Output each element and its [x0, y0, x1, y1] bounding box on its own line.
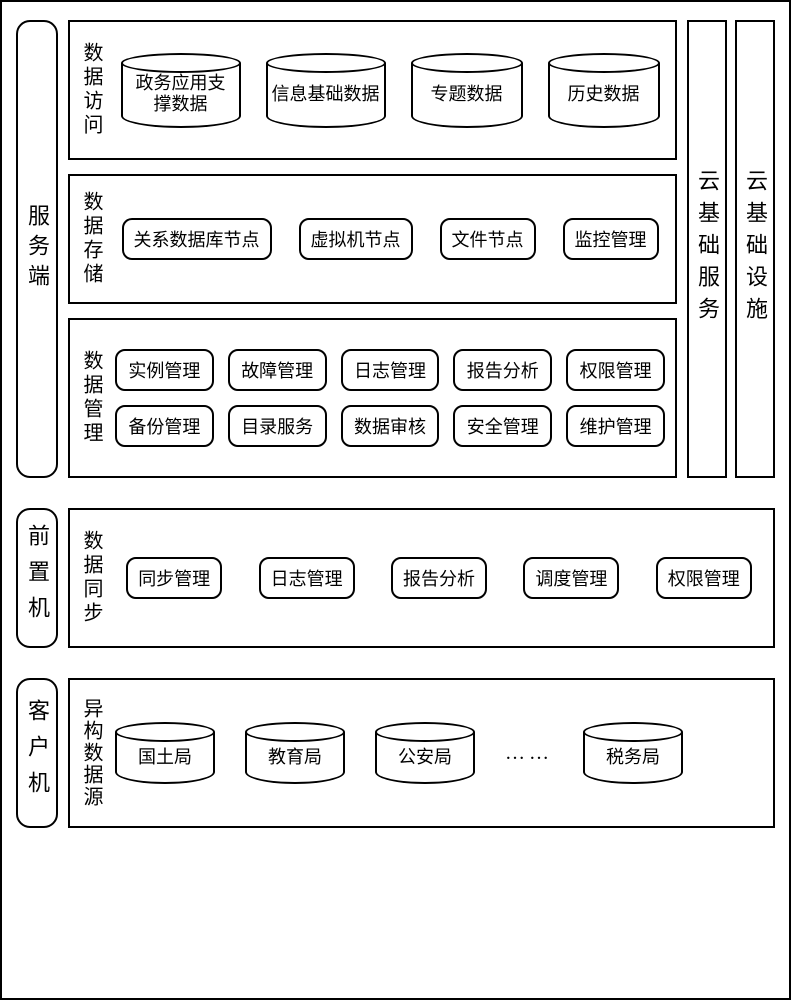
panel-data-sync: 数据同步 同步管理 日志管理 报告分析 调度管理 权限管理 [68, 508, 775, 648]
tier-server: 服务端 数据访问 政务应用支 撑数据 信息基础数据 专题数据 [16, 20, 775, 478]
cylinder-history: 历史数据 [548, 53, 660, 128]
chip-data-audit: 数据审核 [341, 405, 440, 447]
panel-data-mgmt: 数据管理 实例管理 故障管理 日志管理 报告分析 权限管理 备份管理 目录服务 … [68, 318, 677, 478]
panel-label-data-mgmt: 数据管理 [80, 348, 101, 448]
chip-maint-mgmt: 维护管理 [566, 405, 665, 447]
chip-log-mgmt-2: 日志管理 [259, 557, 355, 599]
cylinder-info-basic: 信息基础数据 [266, 53, 386, 128]
ellipsis-icon: …… [505, 742, 553, 765]
chip-file-node: 文件节点 [440, 218, 536, 260]
chip-backup-mgmt: 备份管理 [115, 405, 214, 447]
data-mgmt-grid: 实例管理 故障管理 日志管理 报告分析 权限管理 备份管理 目录服务 数据审核 … [115, 349, 665, 447]
chip-report-2: 报告分析 [391, 557, 487, 599]
chip-report-analysis: 报告分析 [453, 349, 552, 391]
cylinder-public-security: 公安局 [375, 722, 475, 784]
chip-catalog-svc: 目录服务 [228, 405, 327, 447]
client-sources: 国土局 教育局 公安局 …… 税务局 [115, 722, 763, 784]
panel-label-data-access: 数据访问 [80, 40, 101, 140]
chip-vm-node: 虚拟机节点 [299, 218, 413, 260]
chip-sched-mgmt: 调度管理 [523, 557, 619, 599]
panel-data-access: 数据访问 政务应用支 撑数据 信息基础数据 专题数据 [68, 20, 677, 160]
cylinder-gov-app-support: 政务应用支 撑数据 [121, 53, 241, 128]
client-body: 异构数据源 国土局 教育局 公安局 …… [68, 678, 775, 828]
cylinder-tax-bureau: 税务局 [583, 722, 683, 784]
data-sync-items: 同步管理 日志管理 报告分析 调度管理 权限管理 [115, 557, 763, 599]
tier-client: 客户机 异构数据源 国土局 教育局 公安局 [16, 678, 775, 828]
server-panels: 数据访问 政务应用支 撑数据 信息基础数据 专题数据 [68, 20, 677, 478]
chip-rel-db-node: 关系数据库节点 [122, 218, 272, 260]
chip-auth-mgmt-2: 权限管理 [656, 557, 752, 599]
side-cloud-infra: 云基础设施 [735, 20, 775, 478]
tier-label-server: 服务端 [16, 20, 58, 478]
architecture-diagram: 服务端 数据访问 政务应用支 撑数据 信息基础数据 专题数据 [0, 0, 791, 1000]
chip-fault-mgmt: 故障管理 [228, 349, 327, 391]
chip-security-mgmt: 安全管理 [453, 405, 552, 447]
chip-sync-mgmt: 同步管理 [126, 557, 222, 599]
panel-label-data-storage: 数据存储 [80, 189, 101, 289]
panel-hetero-sources: 异构数据源 国土局 教育局 公安局 …… [68, 678, 775, 828]
cylinder-topic: 专题数据 [411, 53, 523, 128]
chip-monitor-mgmt: 监控管理 [563, 218, 659, 260]
server-side-columns: 云基础服务 云基础设施 [687, 20, 775, 478]
front-body: 数据同步 同步管理 日志管理 报告分析 调度管理 权限管理 [68, 508, 775, 648]
cylinder-land-bureau: 国土局 [115, 722, 215, 784]
side-cloud-basic-services: 云基础服务 [687, 20, 727, 478]
chip-log-mgmt: 日志管理 [341, 349, 440, 391]
panel-label-data-sync: 数据同步 [80, 528, 101, 628]
data-access-items: 政务应用支 撑数据 信息基础数据 专题数据 历史数据 [115, 53, 665, 128]
tier-label-front: 前置机 [16, 508, 58, 648]
tier-label-client: 客户机 [16, 678, 58, 828]
data-storage-items: 关系数据库节点 虚拟机节点 文件节点 监控管理 [115, 218, 665, 260]
chip-instance-mgmt: 实例管理 [115, 349, 214, 391]
tier-front: 前置机 数据同步 同步管理 日志管理 报告分析 调度管理 权限管理 [16, 508, 775, 648]
panel-data-storage: 数据存储 关系数据库节点 虚拟机节点 文件节点 监控管理 [68, 174, 677, 304]
cylinder-edu-bureau: 教育局 [245, 722, 345, 784]
chip-auth-mgmt: 权限管理 [566, 349, 665, 391]
panel-label-hetero: 异构数据源 [80, 698, 101, 808]
